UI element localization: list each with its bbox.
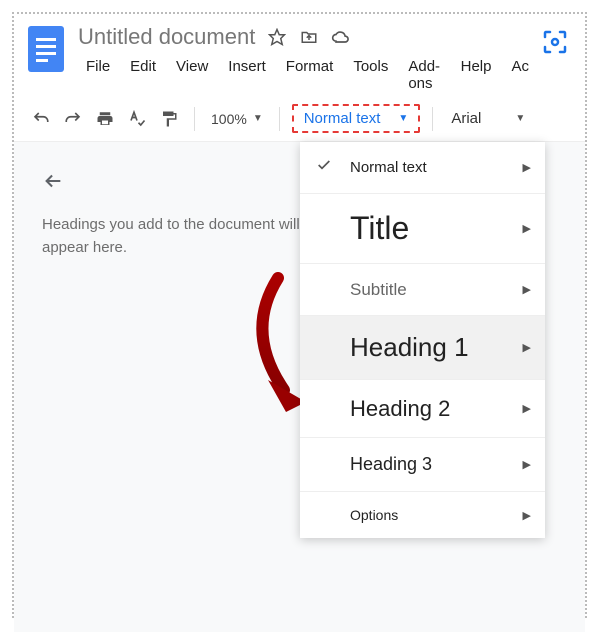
style-option-label: Title (350, 210, 409, 247)
submenu-arrow-icon: ▶ (523, 402, 531, 415)
menu-tools[interactable]: Tools (345, 56, 396, 94)
style-option-label: Normal text (350, 159, 427, 176)
app-frame: Untitled document File Edit View Insert … (12, 12, 587, 618)
style-option-title[interactable]: Title ▶ (300, 194, 545, 264)
menu-addons[interactable]: Add-ons (400, 56, 448, 94)
toolbar: 100% ▼ Normal text ▼ Arial ▼ (14, 96, 585, 142)
menu-insert[interactable]: Insert (220, 56, 274, 94)
style-select-label: Normal text (304, 110, 381, 127)
chevron-down-icon: ▼ (398, 113, 408, 124)
menu-edit[interactable]: Edit (122, 56, 164, 94)
style-option-label: Heading 1 (350, 332, 469, 363)
outline-back-button[interactable] (42, 170, 64, 197)
style-option-options[interactable]: Options ▶ (300, 492, 545, 538)
menu-view[interactable]: View (168, 56, 216, 94)
submenu-arrow-icon: ▶ (523, 222, 531, 235)
menu-format[interactable]: Format (278, 56, 342, 94)
separator (194, 107, 195, 131)
header: Untitled document File Edit View Insert … (14, 14, 585, 96)
style-option-heading-3[interactable]: Heading 3 ▶ (300, 438, 545, 492)
submenu-arrow-icon: ▶ (523, 458, 531, 471)
style-option-label: Options (350, 507, 398, 523)
submenu-arrow-icon: ▶ (523, 161, 531, 174)
move-folder-icon[interactable] (299, 27, 319, 47)
chevron-down-icon: ▼ (515, 113, 525, 124)
chevron-down-icon: ▼ (253, 113, 263, 124)
menu-file[interactable]: File (78, 56, 118, 94)
zoom-value: 100% (211, 111, 247, 127)
style-option-label: Heading 2 (350, 396, 450, 422)
separator (432, 107, 433, 131)
style-option-normal-text[interactable]: Normal text ▶ (300, 142, 545, 194)
cloud-status-icon[interactable] (331, 27, 351, 47)
redo-button[interactable] (60, 106, 86, 132)
font-select[interactable]: Arial ▼ (445, 110, 531, 127)
scan-corners-icon[interactable] (537, 24, 573, 60)
paragraph-style-select[interactable]: Normal text ▼ (292, 104, 421, 133)
paint-format-button[interactable] (156, 106, 182, 132)
outline-empty-message: Headings you add to the document will ap… (42, 214, 312, 259)
submenu-arrow-icon: ▶ (523, 341, 531, 354)
submenu-arrow-icon: ▶ (523, 509, 531, 522)
menubar: File Edit View Insert Format Tools Add-o… (78, 56, 537, 94)
paragraph-style-dropdown: Normal text ▶ Title ▶ Subtitle ▶ Heading… (300, 142, 545, 538)
style-option-heading-2[interactable]: Heading 2 ▶ (300, 380, 545, 438)
zoom-select[interactable]: 100% ▼ (207, 111, 267, 127)
undo-button[interactable] (28, 106, 54, 132)
star-icon[interactable] (267, 27, 287, 47)
spellcheck-button[interactable] (124, 106, 150, 132)
print-button[interactable] (92, 106, 118, 132)
style-option-label: Heading 3 (350, 454, 432, 475)
font-select-label: Arial (451, 110, 481, 127)
check-icon (316, 157, 332, 178)
submenu-arrow-icon: ▶ (523, 283, 531, 296)
title-row: Untitled document (78, 24, 537, 50)
content-area: Headings you add to the document will ap… (14, 142, 585, 632)
style-option-heading-1[interactable]: Heading 1 ▶ (300, 316, 545, 380)
doc-title[interactable]: Untitled document (78, 24, 255, 50)
style-option-label: Subtitle (350, 280, 407, 300)
menu-help[interactable]: Help (453, 56, 500, 94)
docs-logo-icon[interactable] (26, 24, 66, 74)
separator (279, 107, 280, 131)
menu-overflow[interactable]: Ac (503, 56, 537, 94)
style-option-subtitle[interactable]: Subtitle ▶ (300, 264, 545, 316)
